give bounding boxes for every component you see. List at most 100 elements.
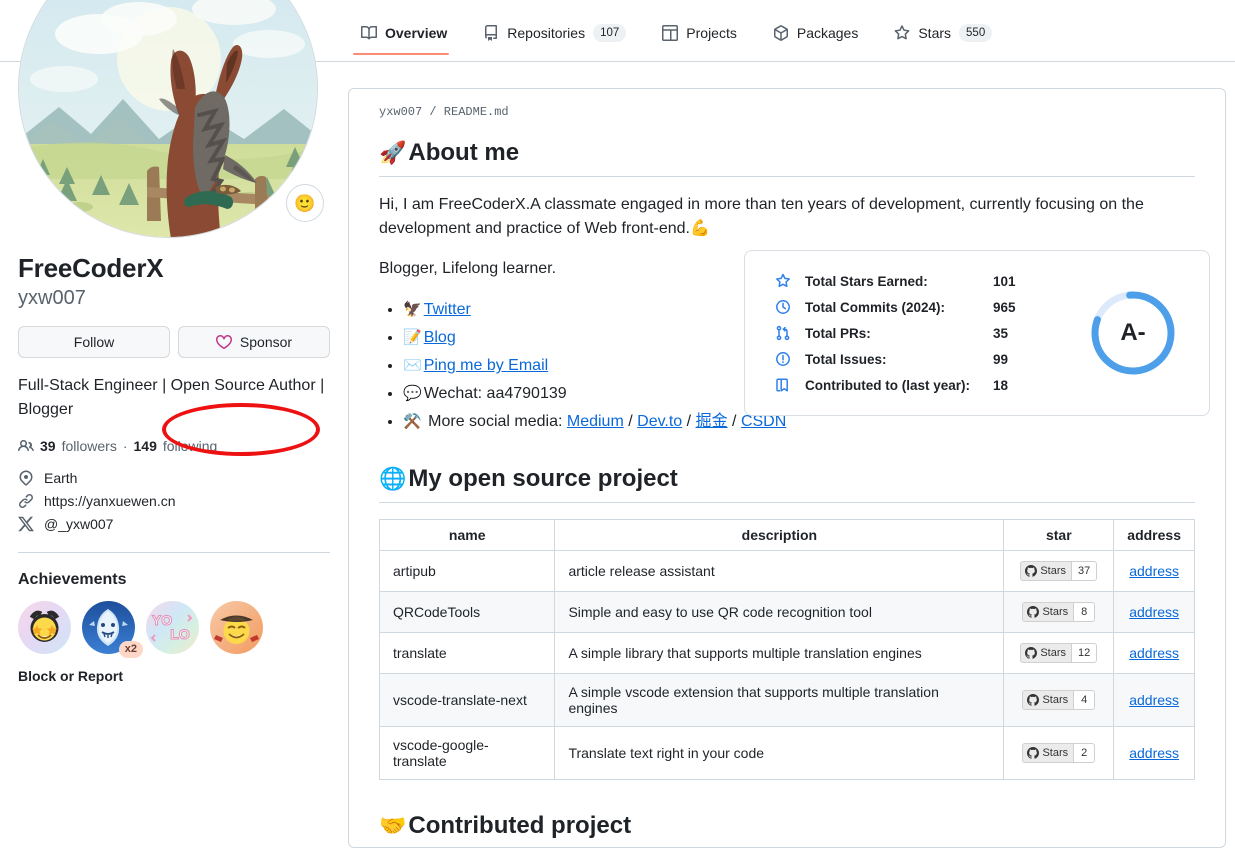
achievement-star-struck[interactable]	[18, 600, 71, 654]
project-description: A simple vscode extension that supports …	[554, 673, 1005, 728]
address-link[interactable]: address	[1129, 692, 1179, 708]
follow-button[interactable]: Follow	[18, 325, 170, 358]
contributed-project-heading: 🤝 Contributed project	[379, 810, 1195, 847]
stat-total-prs: Total PRs: 35	[775, 321, 1087, 345]
column-description: description	[554, 519, 1005, 552]
email-link[interactable]: Ping me by Email	[424, 357, 549, 374]
svg-text:LO: LO	[170, 626, 190, 642]
meta-website[interactable]: https://yanxuewen.cn	[18, 493, 330, 509]
stars-badge-label: Stars	[1020, 561, 1072, 582]
stat-value: 18	[993, 377, 1009, 393]
block-or-report-link[interactable]: Block or Report	[18, 668, 330, 684]
about-me-heading: 🚀 About me	[379, 137, 1195, 178]
github-mark-icon	[1025, 565, 1038, 578]
achievement-yolo[interactable]: YO LO	[146, 600, 199, 654]
tab-stars-label: Stars	[918, 25, 952, 41]
github-mark-icon	[1027, 747, 1040, 760]
svg-text:YO: YO	[152, 612, 172, 628]
address-link[interactable]: address	[1129, 563, 1179, 579]
stat-value: 101	[993, 273, 1016, 289]
page-title: FreeCoderX	[18, 253, 164, 283]
readme-body: 🚀 About me Hi, I am FreeCoderX.A classma…	[365, 137, 1209, 847]
heart-icon	[215, 334, 232, 350]
grade-ring: A-	[1087, 287, 1179, 379]
speech-balloon-icon: 💬	[403, 385, 422, 403]
column-address: address	[1113, 519, 1195, 552]
star-icon	[894, 25, 910, 41]
address-link[interactable]: address	[1129, 604, 1179, 620]
tab-packages-label: Packages	[796, 25, 859, 41]
meta-x-twitter-text: @_yxw007	[44, 515, 114, 532]
stat-value: 965	[993, 299, 1016, 315]
project-description: Translate text right in your code	[554, 726, 1005, 781]
tab-stars[interactable]: Stars 550	[886, 18, 1008, 56]
blog-link[interactable]: Blog	[424, 329, 456, 346]
breadcrumb: yxw007 / README.md	[379, 105, 509, 119]
envelope-icon: ✉️	[403, 357, 422, 375]
package-icon	[773, 25, 789, 41]
contributed-project-title: Contributed project	[408, 812, 632, 840]
address-link[interactable]: address	[1129, 645, 1179, 661]
achievement-pull-shark[interactable]: x2	[82, 600, 143, 658]
tab-overview[interactable]: Overview	[353, 19, 463, 55]
status-emoji-badge[interactable]: 🙂	[286, 184, 324, 222]
project-star-cell: Stars 37	[1003, 550, 1115, 593]
stat-label: Total Issues:	[805, 351, 887, 367]
stars-badge-label: Stars	[1022, 602, 1074, 623]
medium-link[interactable]: Medium	[567, 413, 624, 430]
achievement-quickdraw[interactable]	[210, 600, 263, 654]
stat-total-commits: Total Commits (2024): 965	[775, 295, 1087, 319]
table-header-row: name description star address	[378, 519, 1195, 552]
juejin-link[interactable]: 掘金	[696, 413, 728, 430]
project-star-cell: Stars 8	[1003, 591, 1115, 634]
achievement-multiplier: x2	[118, 640, 143, 658]
github-stats-card: Total Stars Earned: 101 Total Commits (2…	[744, 250, 1210, 416]
sponsor-button[interactable]: Sponsor	[178, 325, 330, 358]
project-address-cell: address	[1113, 673, 1195, 728]
stat-label: Contributed to (last year):	[805, 377, 971, 393]
stars-badge-label: Stars	[1022, 690, 1074, 711]
stat-label: Total Commits (2024):	[805, 299, 946, 315]
profile-sidebar: 🙂 FreeCoderX yxw007 Follow Sponsor Full-…	[18, 0, 330, 684]
tab-repositories[interactable]: Repositories 107	[475, 18, 642, 56]
stars-badge[interactable]: Stars 2	[1022, 743, 1096, 764]
yolo-badge-icon: YO LO	[146, 600, 199, 654]
muscle-icon: 💪	[690, 220, 710, 238]
meta-x-twitter[interactable]: @_yxw007	[18, 516, 330, 532]
tab-overview-label: Overview	[385, 25, 448, 41]
open-source-projects-table: name description star address artipub ar…	[378, 519, 1195, 781]
twitter-link[interactable]: Twitter	[424, 301, 471, 318]
stat-contributed-to: Contributed to (last year): 18	[775, 373, 1087, 397]
tab-projects-label: Projects	[686, 25, 737, 41]
profile-bio: Full-Stack Engineer | Open Source Author…	[18, 376, 325, 418]
column-name: name	[378, 519, 556, 552]
address-link[interactable]: address	[1129, 745, 1179, 761]
x-twitter-icon	[18, 516, 34, 532]
project-address-cell: address	[1113, 726, 1195, 781]
project-name: translate	[378, 632, 556, 675]
tab-projects[interactable]: Projects	[654, 19, 753, 55]
stat-total-issues: Total Issues: 99	[775, 347, 1087, 371]
tab-repositories-label: Repositories	[507, 25, 586, 41]
project-name: vscode-translate-next	[378, 673, 556, 728]
project-address-cell: address	[1113, 632, 1195, 675]
history-icon	[775, 299, 795, 315]
github-mark-icon	[1027, 606, 1040, 619]
stars-badge[interactable]: Stars 4	[1022, 690, 1096, 711]
project-star-cell: Stars 12	[1003, 632, 1115, 675]
stars-badge[interactable]: Stars 12	[1020, 643, 1098, 664]
project-star-cell: Stars 2	[1003, 726, 1115, 781]
stars-badge[interactable]: Stars 37	[1020, 561, 1098, 582]
more-social-label: More social media:	[428, 413, 563, 431]
stars-badge-count: 37	[1071, 561, 1098, 582]
divider	[18, 551, 330, 553]
avatar[interactable]	[18, 0, 318, 238]
meta-location-text: Earth	[44, 469, 78, 486]
stars-badge[interactable]: Stars 8	[1022, 602, 1096, 623]
stats-rows: Total Stars Earned: 101 Total Commits (2…	[745, 267, 1087, 399]
devto-link[interactable]: Dev.to	[637, 413, 682, 430]
separator: ·	[122, 437, 128, 454]
table-icon	[662, 25, 679, 41]
tab-packages[interactable]: Packages	[765, 19, 874, 55]
stars-badge-count: 2	[1073, 743, 1096, 764]
